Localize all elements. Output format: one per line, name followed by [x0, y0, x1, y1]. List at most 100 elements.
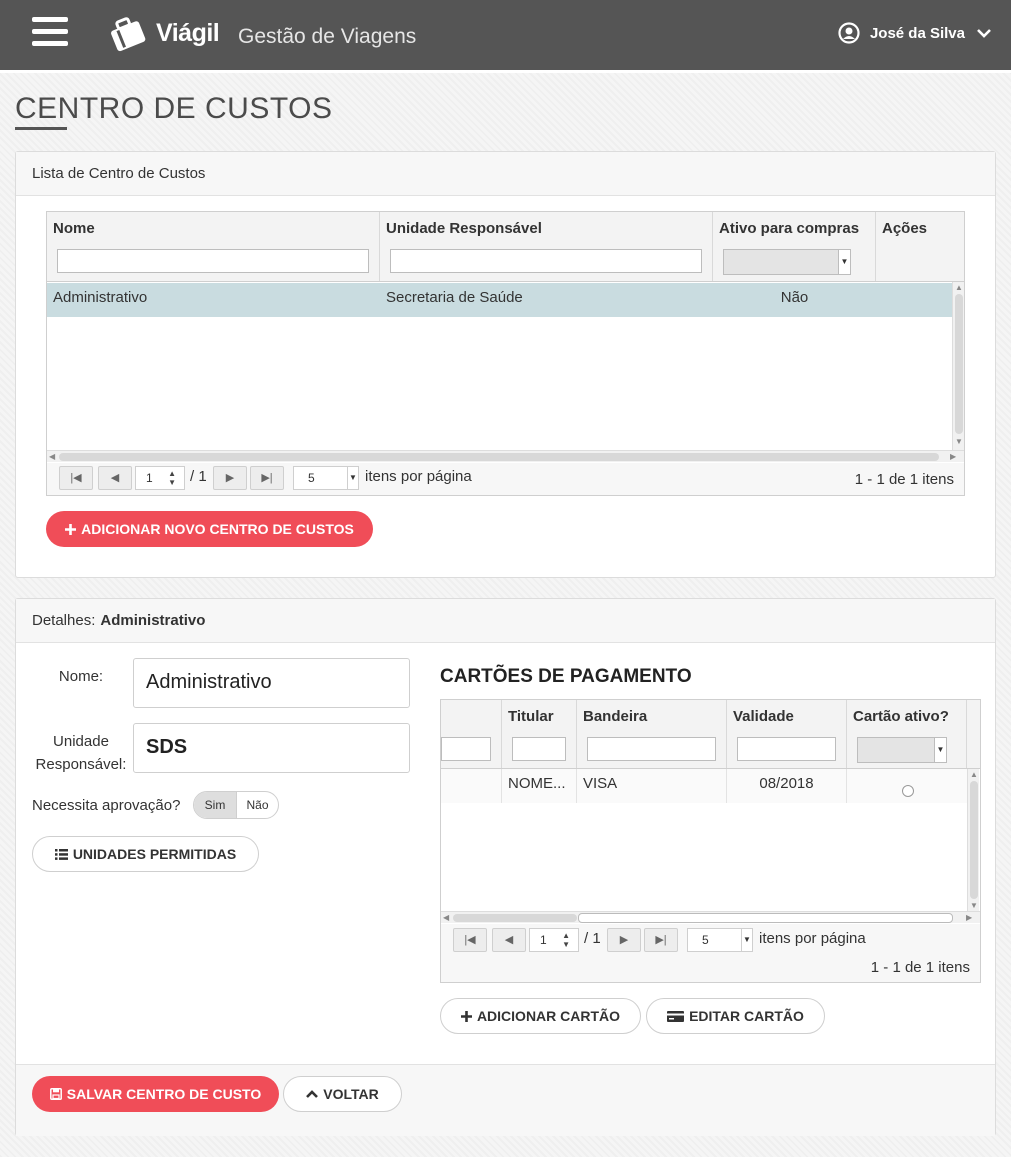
- scroll-down-icon[interactable]: ▼: [970, 901, 978, 910]
- top-bar: Viágil Gestão de Viagens José da Silva: [0, 0, 1011, 70]
- scroll-thumb[interactable]: [955, 294, 963, 434]
- last-page-button[interactable]: ▶|: [644, 928, 678, 952]
- last-page-button[interactable]: ▶|: [250, 466, 284, 490]
- page-size-label: itens por página: [759, 930, 866, 947]
- add-cost-center-label: ADICIONAR NOVO CENTRO DE CUSTOS: [81, 521, 354, 537]
- nome-input[interactable]: Administrativo: [133, 658, 410, 708]
- filter-ativo-cartao-select[interactable]: ▼: [857, 737, 947, 763]
- aprovacao-toggle[interactable]: Sim Não: [193, 791, 279, 819]
- column-ativo-label[interactable]: Ativo para compras: [719, 220, 859, 237]
- cell-bandeira: VISA: [577, 769, 727, 803]
- filter-validade-input[interactable]: [737, 737, 836, 761]
- table-row[interactable]: NOME... VISA 08/2018: [441, 769, 967, 803]
- scroll-up-icon[interactable]: ▲: [955, 283, 963, 292]
- chevron-up-icon: [306, 1090, 319, 1098]
- title-underline: [15, 127, 67, 130]
- next-page-button[interactable]: ▶: [607, 928, 641, 952]
- filter-ativo-select[interactable]: ▼: [723, 249, 851, 275]
- column-hidden: [441, 700, 502, 768]
- plus-icon: [65, 523, 77, 535]
- page-number-input[interactable]: 1 ▲ ▼: [529, 928, 579, 952]
- back-button[interactable]: VOLTAR: [283, 1076, 402, 1112]
- scroll-left-icon[interactable]: ◀: [443, 913, 449, 922]
- back-label: VOLTAR: [323, 1086, 379, 1102]
- edit-card-button[interactable]: EDITAR CARTÃO: [646, 998, 825, 1034]
- page-size-value: 5: [702, 933, 709, 947]
- column-validade: Validade: [727, 700, 847, 768]
- horizontal-scrollbar[interactable]: ◀ ▶: [47, 450, 964, 462]
- stepper-icon[interactable]: ▲ ▼: [168, 469, 176, 487]
- page-number-input[interactable]: 1 ▲ ▼: [135, 466, 185, 490]
- table-row[interactable]: Administrativo Secretaria de Saúde Não: [47, 283, 952, 317]
- filter-unidade-input[interactable]: [390, 249, 702, 273]
- stepper-icon[interactable]: ▲ ▼: [562, 931, 570, 949]
- horizontal-scrollbar[interactable]: ◀ ▶: [441, 911, 980, 923]
- credit-card-icon: [667, 1010, 685, 1022]
- unidade-label-line2: Responsável:: [35, 756, 127, 773]
- scroll-right-icon[interactable]: ▶: [966, 913, 972, 922]
- filter-nome-input[interactable]: [57, 249, 369, 273]
- unidades-permitidas-button[interactable]: UNIDADES PERMITIDAS: [32, 836, 259, 872]
- vertical-scrollbar[interactable]: ▲ ▼: [952, 282, 964, 450]
- vertical-scrollbar[interactable]: ▲ ▼: [967, 769, 979, 913]
- user-menu[interactable]: José da Silva: [838, 22, 991, 44]
- column-bandeira-label[interactable]: Bandeira: [583, 708, 647, 725]
- cell-nome: Administrativo: [53, 289, 148, 306]
- page-size-select[interactable]: 5 ▼: [687, 928, 753, 952]
- cards-pager: |◀ ◀ 1 ▲ ▼ / 1 ▶ ▶| 5 ▼ itens por página …: [441, 924, 980, 982]
- filter-bandeira-input[interactable]: [587, 737, 716, 761]
- add-card-button[interactable]: ADICIONAR CARTÃO: [440, 998, 641, 1034]
- cell-titular: NOME...: [502, 769, 577, 803]
- list-icon: [54, 848, 68, 860]
- card-active-radio[interactable]: [902, 785, 914, 797]
- filter-titular-input[interactable]: [512, 737, 566, 761]
- toggle-nao[interactable]: Não: [236, 792, 278, 818]
- scroll-right-icon[interactable]: ▶: [950, 452, 956, 461]
- column-validade-label[interactable]: Validade: [733, 708, 794, 725]
- scroll-thumb-h[interactable]: [59, 453, 939, 461]
- details-footer: SALVAR CENTRO DE CUSTO VOLTAR: [16, 1064, 995, 1136]
- scroll-down-icon[interactable]: ▼: [955, 437, 963, 446]
- next-page-button[interactable]: ▶: [213, 466, 247, 490]
- column-ativo-cartao-label[interactable]: Cartão ativo?: [853, 708, 949, 725]
- toggle-sim[interactable]: Sim: [194, 792, 236, 818]
- unidades-permitidas-label: UNIDADES PERMITIDAS: [72, 846, 237, 862]
- cards-grid: Titular Bandeira Validade Cartão ativo? …: [440, 699, 981, 983]
- grid-pager: |◀ ◀ 1 ▲ ▼ / 1 ▶ ▶| 5 ▼ itens por página …: [47, 463, 964, 495]
- first-page-button[interactable]: |◀: [453, 928, 487, 952]
- scroll-left-icon[interactable]: ◀: [49, 452, 55, 461]
- first-page-button[interactable]: |◀: [59, 466, 93, 490]
- scroll-thumb-h-left[interactable]: [453, 914, 577, 922]
- filter-hidden-input[interactable]: [441, 737, 491, 761]
- scroll-thumb-h[interactable]: [578, 913, 953, 923]
- topbar-divider: [0, 70, 1011, 73]
- menu-icon[interactable]: [32, 17, 68, 47]
- column-nome: Nome: [47, 212, 380, 281]
- suitcase-icon: [111, 17, 146, 52]
- save-cost-center-button[interactable]: SALVAR CENTRO DE CUSTO: [32, 1076, 279, 1112]
- column-titular-label[interactable]: Titular: [508, 708, 554, 725]
- grid-header: Nome Unidade Responsável Ativo para comp…: [47, 212, 964, 282]
- list-panel-title-text: Lista de Centro de Custos: [32, 165, 206, 182]
- total-pages: / 1: [190, 468, 207, 485]
- page-size-select[interactable]: 5 ▼: [293, 466, 359, 490]
- column-acoes: Ações: [876, 212, 966, 281]
- column-nome-label[interactable]: Nome: [53, 220, 95, 237]
- list-panel-title: Lista de Centro de Custos: [16, 152, 995, 196]
- add-card-label: ADICIONAR CARTÃO: [476, 1008, 621, 1024]
- column-unidade-label[interactable]: Unidade Responsável: [386, 220, 542, 237]
- nome-label: Nome:: [58, 668, 104, 685]
- edit-card-label: EDITAR CARTÃO: [689, 1008, 804, 1024]
- unidade-input[interactable]: SDS: [133, 723, 410, 773]
- scroll-thumb[interactable]: [970, 781, 978, 899]
- prev-page-button[interactable]: ◀: [492, 928, 526, 952]
- chevron-down-icon[interactable]: [977, 28, 991, 38]
- cell-validade: 08/2018: [727, 769, 847, 803]
- column-acoes-label: Ações: [882, 220, 928, 237]
- scroll-up-icon[interactable]: ▲: [970, 770, 978, 779]
- brand-logo[interactable]: Viágil: [106, 13, 220, 53]
- prev-page-button[interactable]: ◀: [98, 466, 132, 490]
- column-unidade: Unidade Responsável: [380, 212, 713, 281]
- details-panel-title: Detalhes: Administrativo: [16, 599, 995, 643]
- add-cost-center-button[interactable]: ADICIONAR NOVO CENTRO DE CUSTOS: [46, 511, 373, 547]
